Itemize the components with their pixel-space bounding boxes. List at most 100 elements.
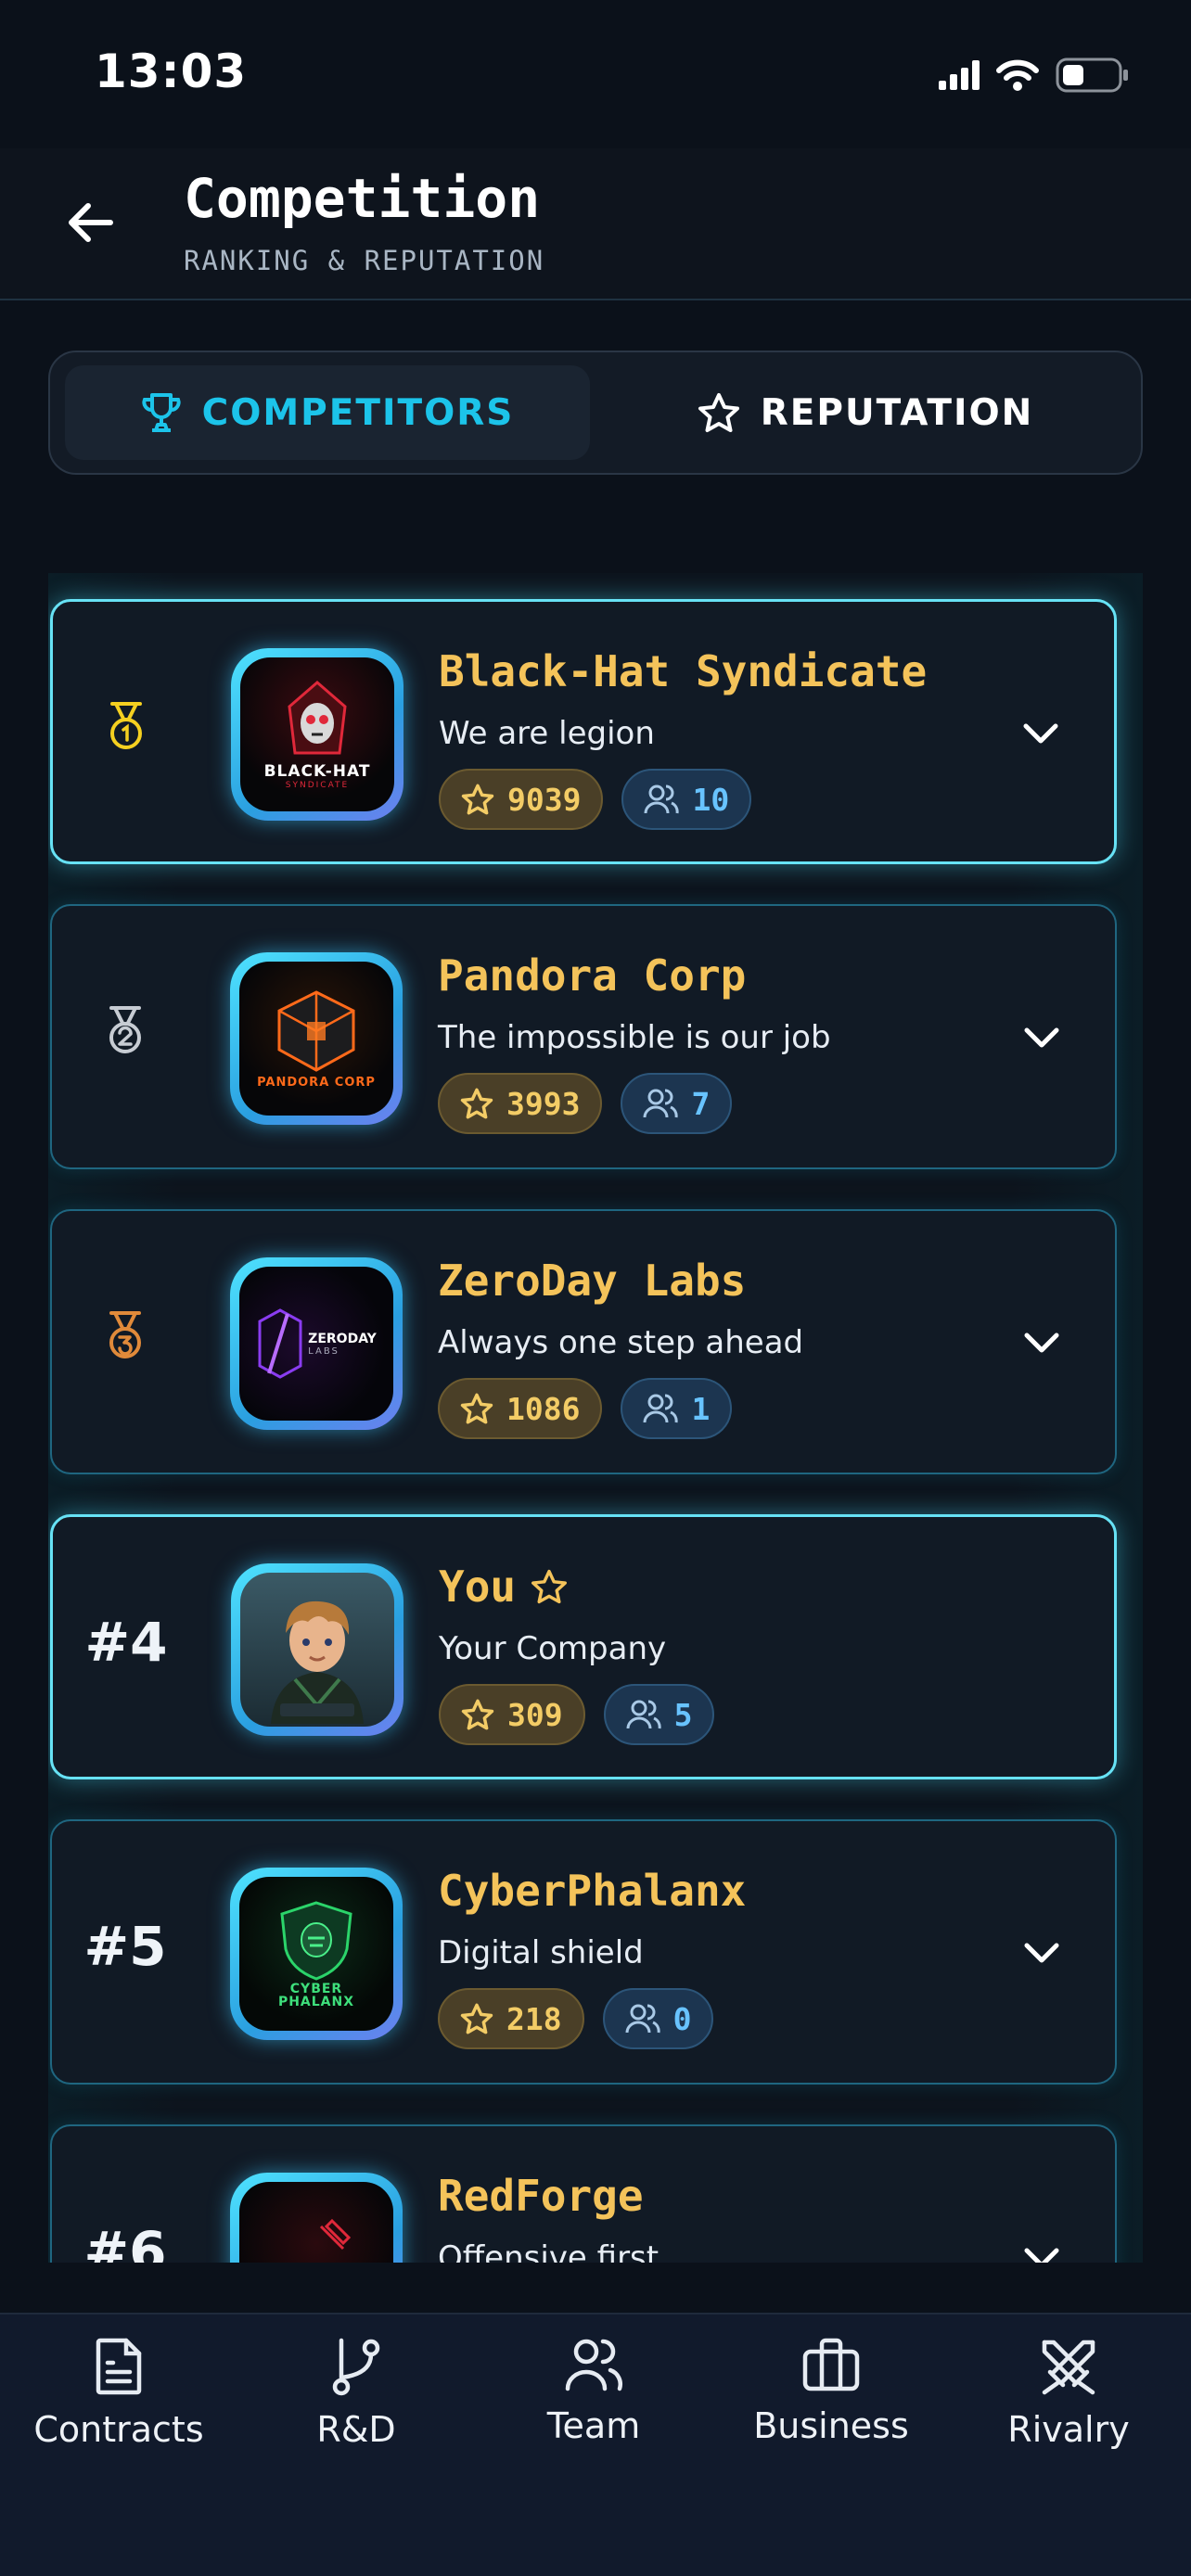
chevron-down-icon <box>1024 1027 1059 1048</box>
silver-medal-icon <box>83 989 167 1073</box>
members-badge: 7 <box>621 1073 733 1134</box>
team-tagline: Digital shield <box>438 1934 644 1971</box>
members-badge: 10 <box>621 769 752 830</box>
members-value: 0 <box>672 2000 692 2037</box>
team-logo: ZERODAY LABS <box>230 1257 403 1430</box>
page-title: Competition <box>184 167 541 230</box>
reputation-value: 9039 <box>507 781 582 818</box>
nav-label: R&D <box>316 2409 396 2450</box>
battery-icon <box>1056 57 1128 93</box>
logo-subtext: SYNDICATE <box>285 781 350 790</box>
members-value: 1 <box>691 1390 711 1427</box>
document-icon <box>96 2338 142 2395</box>
competitor-card[interactable]: ZERODAY LABS ZeroDay Labs Always one ste… <box>50 1209 1117 1474</box>
tab-reputation-label: REPUTATION <box>760 391 1034 434</box>
logo-subtext: PHALANX <box>277 1995 355 2009</box>
cube-logo-icon <box>277 989 355 1072</box>
hooded-skull-logo-icon <box>288 681 347 755</box>
reputation-badge: 1086 <box>438 1378 603 1439</box>
cellular-signal-icon <box>939 60 980 90</box>
team-stats: 309 5 <box>439 1684 715 1745</box>
team-logo: BLACK-HAT SYNDICATE <box>231 648 403 821</box>
star-icon <box>531 1569 568 1604</box>
competitor-card[interactable]: #6 RedForge Offensive first <box>50 2124 1117 2263</box>
team-stats: 218 0 <box>438 1988 714 2049</box>
app-header: Competition RANKING & REPUTATION <box>0 148 1191 300</box>
competitor-card[interactable]: BLACK-HAT SYNDICATE Black-Hat Syndicate … <box>50 599 1117 864</box>
users-icon <box>644 784 680 814</box>
tab-bar: COMPETITORS REPUTATION <box>48 351 1143 475</box>
page-subtitle: RANKING & REPUTATION <box>184 245 545 276</box>
nav-rnd[interactable]: R&D <box>237 2337 475 2467</box>
logo-text: CYBER <box>289 1982 343 1996</box>
users-icon <box>565 2339 622 2391</box>
back-button[interactable] <box>58 190 122 255</box>
team-logo: CYBER PHALANX <box>230 1868 403 2040</box>
team-name: CyberPhalanx <box>438 1866 747 1916</box>
gold-medal-icon <box>84 685 168 769</box>
users-icon <box>643 1394 679 1423</box>
status-icons <box>939 54 1130 96</box>
player-name: You <box>439 1562 517 1612</box>
status-time: 13:03 <box>95 45 248 98</box>
competitor-card[interactable]: PANDORA CORP Pandora Corp The impossible… <box>50 904 1117 1169</box>
nav-rivalry[interactable]: Rivalry <box>950 2337 1187 2467</box>
users-icon <box>626 1700 661 1729</box>
player-avatar <box>231 1563 403 1736</box>
chevron-down-icon <box>1024 2248 1059 2263</box>
star-icon <box>698 393 739 432</box>
nav-contracts[interactable]: Contracts <box>0 2337 237 2467</box>
bronze-medal-icon <box>83 1294 167 1378</box>
competitor-list[interactable]: BLACK-HAT SYNDICATE Black-Hat Syndicate … <box>48 573 1143 2263</box>
tab-reputation[interactable]: REPUTATION <box>603 365 1128 460</box>
anvil-hammer-logo-icon <box>319 2218 352 2251</box>
users-icon <box>625 2004 660 2034</box>
tab-competitors-label: COMPETITORS <box>201 391 515 434</box>
members-value: 10 <box>692 781 730 818</box>
team-logo: PANDORA CORP <box>230 952 403 1125</box>
competitor-card-you[interactable]: #4 You Your Company 309 5 <box>50 1514 1117 1779</box>
team-name: RedForge <box>438 2171 644 2221</box>
logo-text: PANDORA CORP <box>257 1075 376 1090</box>
logo-subtext: LABS <box>308 1345 339 1357</box>
expand-button[interactable] <box>1016 708 1066 759</box>
members-badge: 1 <box>621 1378 733 1439</box>
star-icon <box>461 1699 494 1730</box>
reputation-value: 3993 <box>506 1085 581 1122</box>
arrow-left-icon <box>69 203 113 242</box>
members-badge: 0 <box>602 1988 714 2049</box>
team-name: ZeroDay Labs <box>438 1256 747 1306</box>
status-bar: 13:03 <box>0 0 1191 148</box>
team-tagline: Always one step ahead <box>438 1324 804 1361</box>
team-stats: 1086 1 <box>438 1378 733 1439</box>
expand-button[interactable] <box>1017 2233 1067 2263</box>
nav-label: Rivalry <box>1007 2409 1130 2450</box>
nav-team[interactable]: Team <box>475 2337 712 2467</box>
rank-number: #4 <box>84 1611 168 1674</box>
hacker-avatar-icon <box>271 1600 364 1724</box>
wifi-icon <box>996 59 1039 91</box>
star-icon <box>460 1088 493 1119</box>
expand-button[interactable] <box>1017 1318 1067 1368</box>
expand-button[interactable] <box>1017 1013 1067 1063</box>
competitor-card[interactable]: #5 CYBER PHALANX CyberPhalanx Digital sh… <box>50 1819 1117 2085</box>
trophy-icon <box>142 393 181 432</box>
members-badge: 5 <box>603 1684 715 1745</box>
nav-label: Business <box>753 2405 909 2446</box>
crossed-swords-icon <box>1042 2340 1095 2395</box>
chevron-down-icon <box>1023 723 1058 744</box>
star-icon <box>460 1393 493 1424</box>
app-screen: 13:03 Competition RANKING & REPUTATION C… <box>0 0 1191 2576</box>
users-icon <box>643 1089 679 1118</box>
team-logo <box>230 2173 403 2263</box>
reputation-value: 1086 <box>506 1390 581 1427</box>
team-tagline: The impossible is our job <box>438 1019 831 1056</box>
expand-button[interactable] <box>1017 1928 1067 1978</box>
star-icon <box>461 784 494 815</box>
tab-competitors[interactable]: COMPETITORS <box>65 365 590 460</box>
star-icon <box>460 2003 493 2034</box>
team-tagline: Your Company <box>439 1630 667 1667</box>
reputation-value: 309 <box>507 1696 563 1733</box>
nav-business[interactable]: Business <box>712 2337 950 2467</box>
bottom-navigation: Contracts R&D Team Business Rivalry <box>0 2313 1191 2576</box>
